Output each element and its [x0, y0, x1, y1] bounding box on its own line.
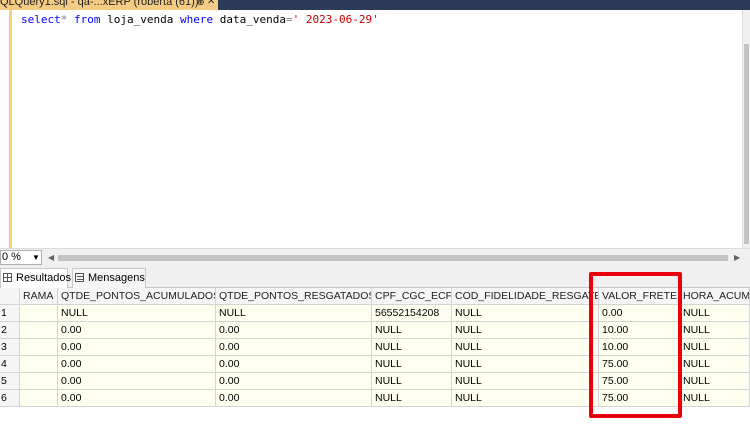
- grid-cell[interactable]: NULL: [58, 305, 216, 322]
- zoom-bar: 0 % ▼ ◀ ▶: [0, 248, 750, 266]
- keyword-where: where: [179, 13, 214, 26]
- query-tab-title: QLQuery1.sql - qa-...xERP (roberta (61))…: [0, 0, 203, 8]
- grid-cell[interactable]: 0.00: [58, 339, 216, 356]
- sql-editor[interactable]: select* from loja_venda where data_venda…: [0, 10, 742, 248]
- grid-cell[interactable]: NULL: [372, 339, 452, 356]
- grid-cell[interactable]: [20, 356, 58, 373]
- column-name: data_venda: [219, 13, 286, 26]
- keyword-select: select: [21, 13, 61, 26]
- row-number[interactable]: 4: [0, 356, 20, 373]
- row-number[interactable]: 5: [0, 373, 20, 390]
- grid-cell[interactable]: 0.00: [216, 390, 372, 407]
- grid-cell[interactable]: [20, 390, 58, 407]
- grid-cell[interactable]: 0.00: [58, 322, 216, 339]
- grid-cell[interactable]: 0.00: [216, 339, 372, 356]
- row-number[interactable]: 1: [0, 305, 20, 322]
- string-literal: ' 2023-06-29': [292, 13, 379, 26]
- grid-cell[interactable]: [20, 322, 58, 339]
- tab-messages-label: Mensagens: [88, 272, 145, 284]
- zoom-dropdown[interactable]: 0 % ▼: [0, 250, 42, 265]
- row-number[interactable]: 2: [0, 322, 20, 339]
- zoom-value: 0 %: [2, 251, 21, 263]
- grid-cell[interactable]: [20, 305, 58, 322]
- grid-cell[interactable]: 0.00: [216, 373, 372, 390]
- change-margin: [9, 10, 12, 248]
- grid-cell[interactable]: NULL: [452, 322, 599, 339]
- document-tab-strip: QLQuery1.sql - qa-...xERP (roberta (61))…: [0, 0, 750, 10]
- row-number[interactable]: 3: [0, 339, 20, 356]
- grid-header-cell[interactable]: HORA_ACUMU: [680, 288, 750, 305]
- grid-cell[interactable]: NULL: [372, 373, 452, 390]
- editor-vertical-scrollbar[interactable]: [742, 10, 750, 248]
- grid-cell[interactable]: 0.00: [216, 322, 372, 339]
- grid-cell[interactable]: 0.00: [58, 373, 216, 390]
- tab-results-label: Resultados: [16, 272, 72, 284]
- grid-cell[interactable]: NULL: [452, 305, 599, 322]
- tab-results[interactable]: Resultados: [0, 268, 72, 288]
- grid-header-cell[interactable]: QTDE_PONTOS_RESGATADOS: [216, 288, 372, 305]
- chevron-down-icon[interactable]: ▼: [32, 251, 40, 264]
- grid-cell[interactable]: NULL: [680, 305, 750, 322]
- grid-cell[interactable]: NULL: [680, 390, 750, 407]
- grid-header-cell[interactable]: RAMA: [20, 288, 58, 305]
- query-tab[interactable]: QLQuery1.sql - qa-...xERP (roberta (61))…: [0, 0, 218, 10]
- editor-scroll-thumb[interactable]: [744, 44, 749, 244]
- highlight-box: [589, 272, 682, 418]
- messages-icon: [75, 273, 84, 282]
- grid-icon: [3, 273, 12, 282]
- grid-cell[interactable]: NULL: [680, 322, 750, 339]
- grid-cell[interactable]: NULL: [680, 339, 750, 356]
- grid-cell[interactable]: 0.00: [216, 356, 372, 373]
- scroll-right-icon[interactable]: ▶: [734, 251, 740, 264]
- grid-cell[interactable]: NULL: [452, 356, 599, 373]
- keyword-from: from: [74, 13, 101, 26]
- table-name: loja_venda: [107, 13, 174, 26]
- grid-cell[interactable]: NULL: [372, 322, 452, 339]
- grid-cell[interactable]: 0.00: [58, 356, 216, 373]
- editor-horizontal-scroll-thumb[interactable]: [58, 255, 728, 261]
- grid-cell[interactable]: NULL: [372, 356, 452, 373]
- close-icon[interactable]: ✕: [207, 0, 215, 9]
- grid-cell[interactable]: NULL: [680, 373, 750, 390]
- grid-cell[interactable]: NULL: [452, 339, 599, 356]
- grid-cell[interactable]: [20, 339, 58, 356]
- pin-icon[interactable]: ⊕: [197, 0, 205, 9]
- operator-star: *: [60, 13, 68, 26]
- tab-messages[interactable]: Mensagens: [72, 268, 146, 288]
- grid-header-cell[interactable]: COD_FIDELIDADE_RESGATE: [452, 288, 599, 305]
- grid-cell[interactable]: NULL: [372, 390, 452, 407]
- grid-cell[interactable]: NULL: [452, 390, 599, 407]
- grid-header-cell[interactable]: [0, 288, 20, 305]
- grid-cell[interactable]: [20, 373, 58, 390]
- scroll-left-icon[interactable]: ◀: [48, 251, 54, 264]
- grid-cell[interactable]: 56552154208: [372, 305, 452, 322]
- grid-cell[interactable]: NULL: [680, 356, 750, 373]
- row-number[interactable]: 6: [0, 390, 20, 407]
- grid-cell[interactable]: NULL: [452, 373, 599, 390]
- grid-cell[interactable]: NULL: [216, 305, 372, 322]
- grid-header-cell[interactable]: QTDE_PONTOS_ACUMULADOS: [58, 288, 216, 305]
- grid-cell[interactable]: 0.00: [58, 390, 216, 407]
- operator-equals: =: [285, 13, 293, 26]
- code-line-1[interactable]: select* from loja_venda where data_venda…: [21, 13, 379, 27]
- grid-header-cell[interactable]: CPF_CGC_ECF: [372, 288, 452, 305]
